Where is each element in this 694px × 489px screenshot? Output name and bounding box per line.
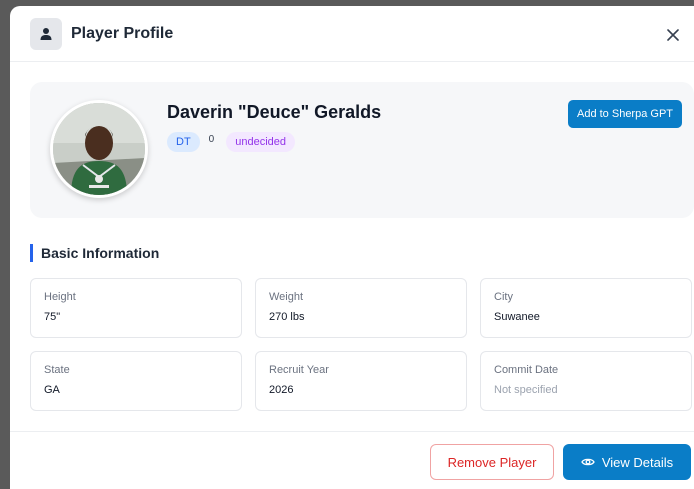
modal-title: Player Profile <box>71 24 174 42</box>
remove-player-button[interactable]: Remove Player <box>430 444 554 480</box>
view-details-label: View Details <box>601 454 674 470</box>
info-label: Commit Date <box>494 364 559 376</box>
info-card-commit-date: Commit Date Not specified <box>480 351 692 411</box>
info-value: GA <box>44 384 60 396</box>
info-card-state: State GA <box>30 351 242 411</box>
modal-header: Player Profile <box>10 6 694 62</box>
info-label: Height <box>44 291 76 303</box>
basic-info-grid: Height 75" Weight 270 lbs City Suwanee S… <box>30 278 694 411</box>
player-profile-modal: Player Profile Daverin "Deuce" Geralds D <box>10 6 694 489</box>
info-value: 2026 <box>269 384 294 396</box>
close-icon <box>667 29 679 41</box>
user-icon <box>30 17 62 50</box>
status-badge: undecided <box>226 132 296 152</box>
player-avatar <box>50 100 148 198</box>
player-badges: DT 0 undecided <box>167 132 296 152</box>
info-label: Weight <box>269 291 304 303</box>
player-name: Daverin "Deuce" Geralds <box>167 102 382 122</box>
eye-icon <box>581 458 595 466</box>
view-details-button[interactable]: View Details <box>563 444 691 480</box>
profile-card: Daverin "Deuce" Geralds DT 0 undecided A… <box>30 82 694 218</box>
modal-footer: Remove Player View Details <box>10 431 694 489</box>
info-card-recruit-year: Recruit Year 2026 <box>255 351 467 411</box>
basic-information-heading: Basic Information <box>30 244 159 262</box>
add-to-sherpa-gpt-button[interactable]: Add to Sherpa GPT <box>568 100 682 128</box>
info-value: 75" <box>44 311 61 323</box>
info-card-weight: Weight 270 lbs <box>255 278 467 338</box>
position-badge: DT <box>167 132 200 152</box>
info-label: State <box>44 364 70 376</box>
info-card-city: City Suwanee <box>480 278 692 338</box>
info-value: Suwanee <box>494 311 540 323</box>
info-card-height: Height 75" <box>30 278 242 338</box>
info-value: 270 lbs <box>269 311 305 323</box>
info-label: Recruit Year <box>269 364 329 376</box>
close-button[interactable] <box>662 24 684 46</box>
info-label: City <box>494 291 513 303</box>
info-value: Not specified <box>494 384 558 396</box>
jersey-number: 0 <box>208 133 215 145</box>
